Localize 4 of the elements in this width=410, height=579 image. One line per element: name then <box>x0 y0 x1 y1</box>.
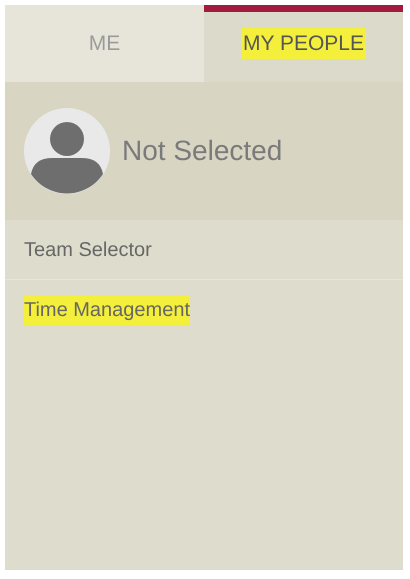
avatar-icon <box>24 108 110 194</box>
menu-item[interactable]: Time Management <box>24 295 190 325</box>
profile-name: Not Selected <box>122 134 282 168</box>
menu-item[interactable]: Team Selector <box>24 234 152 264</box>
